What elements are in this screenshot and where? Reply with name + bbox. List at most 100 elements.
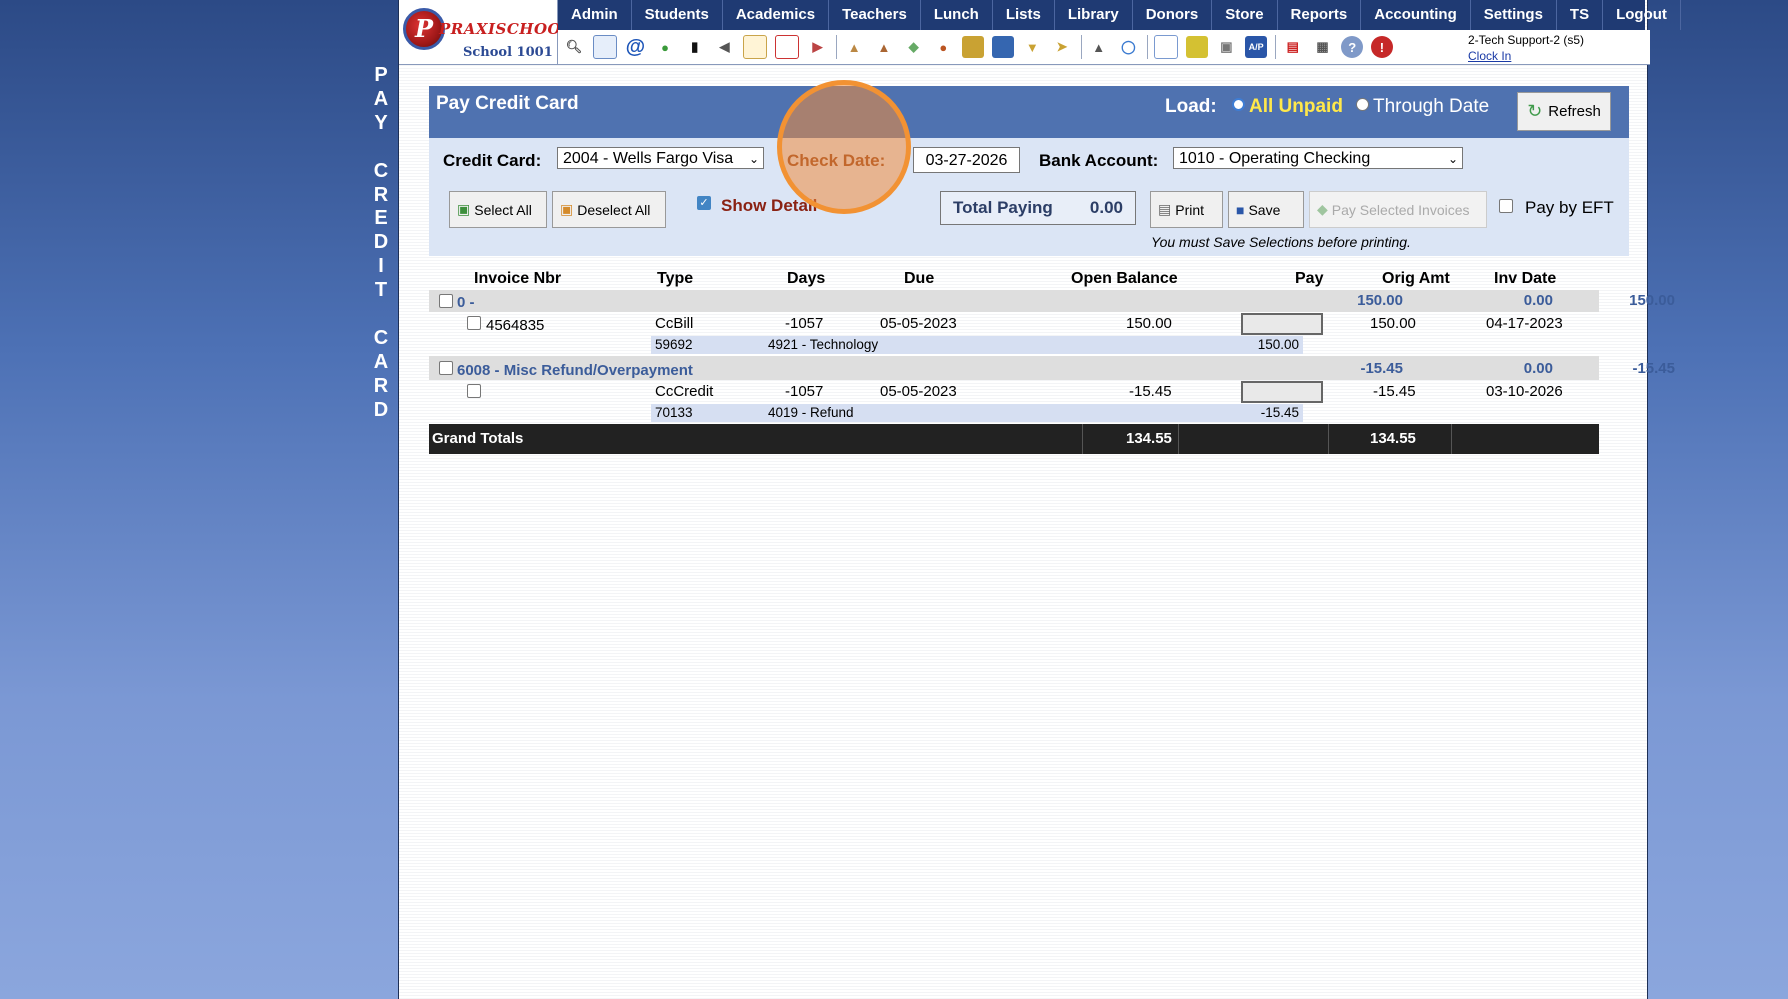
pay-by-eft-checkbox[interactable] — [1499, 199, 1513, 213]
through-date-radio[interactable] — [1356, 98, 1369, 111]
menu-admin[interactable]: Admin — [558, 0, 632, 30]
select-all-button[interactable]: ▣ Select All — [449, 191, 547, 228]
menu-lunch[interactable]: Lunch — [921, 0, 993, 30]
menu-accounting[interactable]: Accounting — [1361, 0, 1471, 30]
ticket-icon[interactable]: ◆ — [903, 36, 925, 58]
group-checkbox[interactable] — [439, 294, 453, 308]
group-checkbox[interactable] — [439, 361, 453, 375]
print-label: Print — [1175, 201, 1205, 218]
toolbar-divider — [1274, 35, 1276, 59]
pay-amount-input[interactable] — [1241, 313, 1323, 335]
book-icon[interactable] — [991, 36, 1014, 58]
clock-icon[interactable]: ◯ — [1117, 36, 1139, 58]
group-open-balance: 150.00 — [1357, 292, 1403, 309]
list-icon[interactable] — [1154, 35, 1179, 59]
save-note: You must Save Selections before printing… — [1151, 234, 1411, 250]
help-icon[interactable]: ? — [1341, 36, 1364, 58]
power-icon[interactable]: ! — [1370, 36, 1393, 58]
group-open-balance: -15.45 — [1360, 360, 1403, 377]
grid-icon[interactable] — [592, 35, 617, 59]
person-icon[interactable]: ▲ — [1088, 36, 1110, 58]
menu-teachers[interactable]: Teachers — [829, 0, 921, 30]
person-icon[interactable]: ▲ — [873, 36, 895, 58]
print-button[interactable]: ▤ Print — [1150, 191, 1223, 228]
pay-by-eft-label[interactable]: Pay by EFT — [1525, 198, 1614, 218]
printer-icon[interactable]: ▣ — [1215, 36, 1237, 58]
invoice-open-balance: 150.00 — [1126, 315, 1172, 332]
col-inv-date: Inv Date — [1494, 270, 1557, 287]
bell-icon[interactable]: ▼ — [1021, 36, 1043, 58]
search-icon[interactable]: 🔍︎ — [563, 36, 585, 58]
pay-selected-invoices-button[interactable]: ◆ Pay Selected Invoices — [1309, 191, 1487, 228]
card-icon[interactable] — [961, 36, 984, 58]
table-header: Invoice Nbr Type Days Due Open Balance P… — [429, 268, 1599, 291]
group-row: 0 - 150.00 0.00 150.00 — [429, 290, 1675, 312]
logo-school-name: School 1001 — [463, 45, 553, 60]
menu-store[interactable]: Store — [1212, 0, 1278, 30]
detail-ref: 59692 — [655, 337, 693, 352]
phone-icon[interactable]: ▮ — [684, 36, 706, 58]
group-pay: 0.00 — [1523, 292, 1553, 309]
group-name[interactable]: 6008 - Misc Refund/Overpayment — [457, 362, 693, 379]
menu-lists[interactable]: Lists — [993, 0, 1055, 30]
toolbar-divider — [1080, 35, 1082, 59]
check-date-label: Check Date: — [787, 151, 886, 170]
menu-reports[interactable]: Reports — [1278, 0, 1362, 30]
deselect-all-icon: ▣ — [560, 201, 574, 217]
ap-icon[interactable]: A/P — [1245, 36, 1268, 58]
bank-account-select[interactable]: 1010 - Operating Checking ⌄ — [1173, 147, 1463, 169]
menu-ts[interactable]: TS — [1557, 0, 1604, 30]
deselect-all-button[interactable]: ▣ Deselect All — [552, 191, 666, 228]
show-detail-label[interactable]: Show Detail — [721, 196, 817, 216]
menu-library[interactable]: Library — [1055, 0, 1133, 30]
show-detail-checkbox[interactable]: ✓ — [697, 196, 711, 210]
user-name: 2-Tech Support-2 (s5) — [1468, 33, 1585, 47]
calendar-icon[interactable] — [774, 35, 799, 59]
menu-academics[interactable]: Academics — [723, 0, 830, 30]
chat-icon[interactable]: ● — [654, 36, 676, 58]
detail-row: 59692 4921 - Technology 150.00 — [429, 336, 1599, 354]
invoice-open-balance: -15.45 — [1129, 383, 1172, 400]
divider — [1451, 424, 1452, 454]
all-unpaid-radio[interactable] — [1232, 98, 1245, 111]
pay-amount-input[interactable] — [1241, 381, 1323, 403]
people-icon[interactable]: ● — [932, 36, 954, 58]
invoice-checkbox[interactable] — [467, 316, 481, 330]
group-name[interactable]: 0 - — [457, 294, 475, 311]
grand-open-balance: 134.55 — [1126, 430, 1172, 447]
user-info: 2-Tech Support-2 (s5) Clock In — [1468, 32, 1584, 64]
refresh-button[interactable]: ↻ Refresh — [1517, 92, 1611, 131]
all-unpaid-label[interactable]: All Unpaid — [1249, 96, 1343, 118]
credit-card-select[interactable]: 2004 - Wells Fargo Visa ⌄ — [557, 147, 764, 169]
group-orig-amt: -15.45 — [1632, 360, 1675, 377]
at-icon[interactable]: @ — [624, 36, 646, 58]
menu-students[interactable]: Students — [632, 0, 723, 30]
bank-account-value: 1010 - Operating Checking — [1179, 150, 1371, 167]
megaphone-icon[interactable]: ▶ — [807, 36, 829, 58]
arrow-icon[interactable]: ➤ — [1051, 36, 1073, 58]
page-title: Pay Credit Card — [436, 93, 579, 114]
logo-brand: PRAXISCHOOL — [439, 20, 573, 38]
pdf-icon[interactable]: ▤ — [1282, 36, 1304, 58]
menu-donors[interactable]: Donors — [1133, 0, 1213, 30]
through-date-label[interactable]: Through Date — [1373, 96, 1489, 118]
save-button[interactable]: ■ Save — [1228, 191, 1304, 228]
check-date-input[interactable]: 03-27-2026 — [913, 147, 1020, 173]
credit-card-icon[interactable] — [1185, 36, 1208, 58]
invoice-checkbox[interactable] — [467, 384, 481, 398]
pay-selected-label: Pay Selected Invoices — [1331, 201, 1470, 218]
toolbar-divider — [836, 35, 838, 59]
logo[interactable]: P PRAXISCHOOL School 1001 — [399, 0, 572, 65]
detail-account: 4019 - Refund — [768, 405, 854, 420]
divider — [1178, 424, 1179, 454]
speaker-icon[interactable]: ◀ — [713, 36, 735, 58]
grand-totals-row: Grand Totals 134.55 134.55 — [429, 424, 1599, 454]
document-icon[interactable] — [743, 35, 768, 59]
detail-account: 4921 - Technology — [768, 337, 879, 352]
clock-in-link[interactable]: Clock In — [1468, 48, 1584, 64]
menu-logout[interactable]: Logout — [1603, 0, 1681, 30]
pay-icon: ◆ — [1317, 201, 1328, 217]
person-icon[interactable]: ▲ — [843, 36, 865, 58]
menu-settings[interactable]: Settings — [1471, 0, 1557, 30]
money-icon[interactable]: ▦ — [1312, 36, 1334, 58]
